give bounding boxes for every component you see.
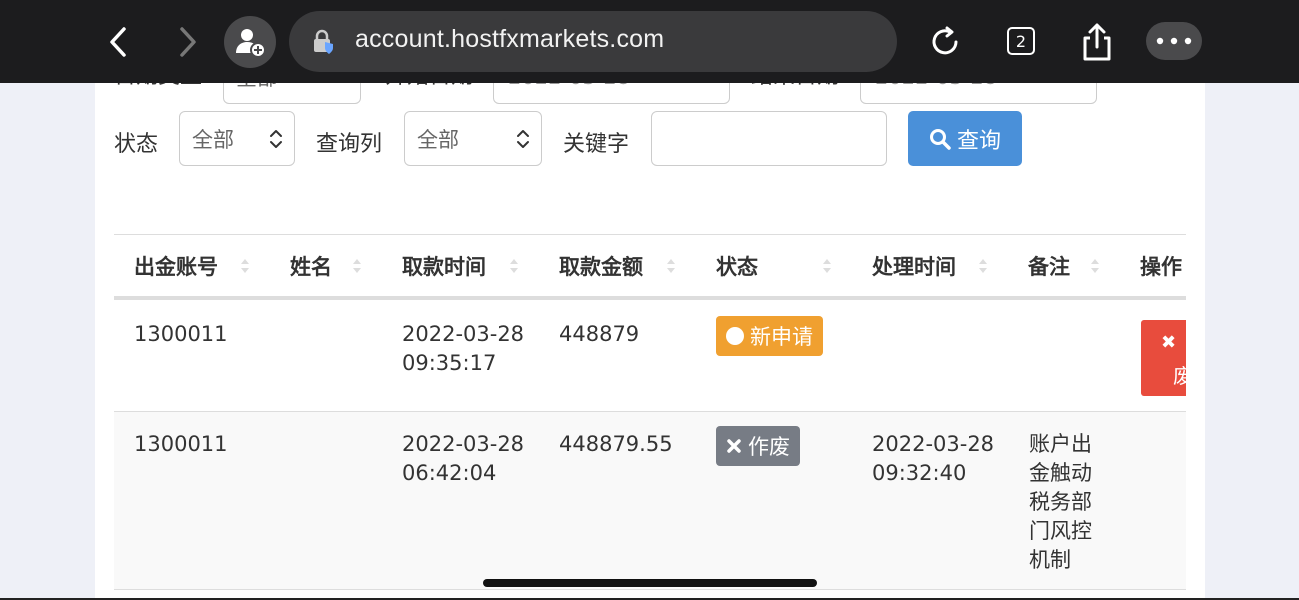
sort-icon	[667, 259, 675, 273]
tab-count: 2	[1007, 27, 1035, 55]
home-indicator[interactable]	[483, 579, 817, 587]
cell-processed-date: 2022-03-28	[872, 432, 995, 456]
sort-icon	[241, 259, 249, 273]
browser-toolbar: account.hostfxmarkets.com 2	[0, 0, 1299, 83]
add-profile-icon	[236, 29, 266, 58]
cell-account: 1300011	[134, 322, 228, 346]
header-processed-time[interactable]: 处理时间	[852, 235, 956, 297]
query-button[interactable]: 查询	[908, 111, 1022, 166]
tabs-button[interactable]: 2	[1000, 20, 1042, 62]
header-status[interactable]: 状态	[696, 235, 758, 297]
forward-button[interactable]	[170, 22, 206, 62]
void-button-label: 废	[1173, 364, 1186, 388]
chevron-right-icon	[180, 27, 196, 57]
status-select-value: 全部	[192, 127, 234, 152]
table-row: 1300011 2022-03-28 06:42:04 448879.55 作废…	[114, 412, 1186, 590]
status-filter-label: 状态	[114, 132, 159, 157]
sort-icon	[510, 259, 518, 273]
void-button[interactable]: ✖ 废	[1141, 320, 1186, 396]
sort-icon	[353, 259, 361, 273]
query-column-value: 全部	[417, 127, 459, 152]
sort-icon	[823, 259, 831, 273]
profile-button[interactable]	[224, 16, 276, 68]
status-badge: 作废	[716, 426, 800, 466]
cell-account: 1300011	[134, 432, 228, 456]
close-icon: ✖	[1161, 332, 1177, 353]
address-bar[interactable]: account.hostfxmarkets.com	[289, 11, 897, 72]
cell-note-line: 税务部	[1029, 490, 1092, 514]
close-icon	[727, 439, 741, 453]
withdrawal-table: 出金账号 姓名 取款时间 取款金额 状态 处理时间 备注 操作 1300011 …	[114, 234, 1186, 600]
header-name[interactable]: 姓名	[270, 235, 332, 297]
cell-note-line: 机制	[1029, 548, 1071, 572]
cell-note-line: 金触动	[1029, 461, 1092, 485]
status-select[interactable]: 全部	[179, 111, 295, 166]
sort-icon	[1091, 259, 1099, 273]
cell-amount: 448879	[559, 322, 640, 346]
cell-processed-clock: 09:32:40	[872, 461, 967, 485]
url-text: account.hostfxmarkets.com	[355, 25, 665, 53]
chevron-left-icon	[110, 27, 126, 57]
header-withdraw-time[interactable]: 取款时间	[382, 235, 486, 297]
cell-time-date: 2022-03-28	[402, 432, 525, 456]
keyword-input[interactable]	[651, 111, 887, 166]
select-arrows-icon	[270, 129, 282, 148]
cell-amount: 448879.55	[559, 432, 673, 456]
query-button-label: 查询	[956, 128, 1001, 154]
keyword-label: 关键字	[563, 132, 630, 157]
header-actions: 操作	[1140, 255, 1182, 279]
sort-icon	[979, 259, 987, 273]
cell-note-line: 账户出	[1029, 432, 1092, 456]
status-badge: 新申请	[716, 316, 823, 356]
more-button[interactable]	[1146, 22, 1202, 60]
back-button[interactable]	[100, 22, 136, 62]
query-column-label: 查询列	[316, 132, 383, 157]
privacy-shield-icon	[311, 29, 337, 55]
header-amount[interactable]: 取款金额	[539, 235, 643, 297]
more-dots-icon	[1156, 37, 1192, 45]
search-icon	[929, 128, 951, 150]
reload-icon	[932, 26, 958, 55]
cell-time-date: 2022-03-28	[402, 322, 525, 346]
circle-icon	[726, 327, 744, 345]
cell-time-clock: 09:35:17	[402, 351, 497, 375]
header-account[interactable]: 出金账号	[114, 235, 218, 297]
select-arrows-icon	[517, 129, 529, 148]
page-content: 日期类型 全部 开始日期 2022-03-28 结束日期 2022-03-28 …	[95, 0, 1205, 600]
query-column-select[interactable]: 全部	[404, 111, 542, 166]
header-note[interactable]: 备注	[1008, 235, 1070, 297]
table-row: 1300011 2022-03-28 09:35:17 448879 新申请 ✖…	[114, 300, 1186, 412]
share-icon	[1083, 23, 1111, 61]
status-badge-label: 新申请	[750, 325, 813, 349]
cell-note-line: 门风控	[1029, 519, 1092, 543]
reload-button[interactable]	[923, 20, 967, 64]
table-header: 出金账号 姓名 取款时间 取款金额 状态 处理时间 备注 操作	[114, 234, 1186, 300]
share-button[interactable]	[1075, 18, 1119, 66]
status-badge-label: 作废	[748, 435, 790, 459]
cell-time-clock: 06:42:04	[402, 461, 497, 485]
